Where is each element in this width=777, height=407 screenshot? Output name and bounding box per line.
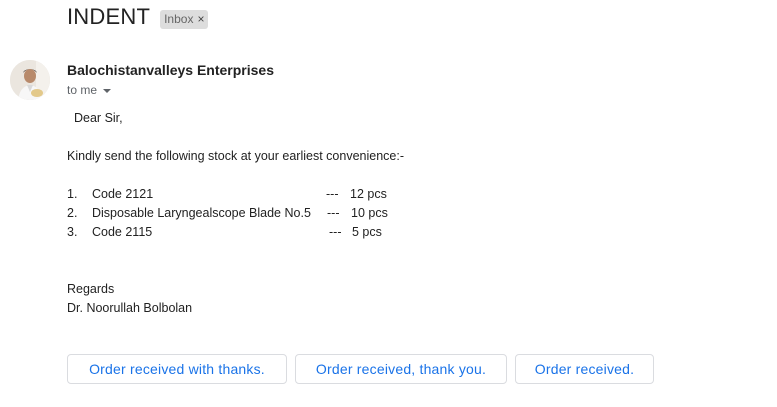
item-number: 2.	[67, 206, 78, 220]
avatar-image	[10, 60, 50, 100]
item-quantity: 5 pcs	[352, 225, 382, 239]
item-quantity: 12 pcs	[350, 187, 387, 201]
close-icon[interactable]: ×	[197, 13, 204, 25]
greeting: Dear Sir,	[74, 111, 123, 125]
list-item: 1. Code 2121 --- 12 pcs	[67, 187, 427, 205]
smart-reply-button[interactable]: Order received with thanks.	[67, 354, 287, 384]
smart-reply-button[interactable]: Order received, thank you.	[295, 354, 507, 384]
item-separator: ---	[326, 187, 339, 201]
recipient-details-toggle[interactable]: to me	[67, 83, 112, 97]
signature: Dr. Noorullah Bolbolan	[67, 301, 193, 315]
item-separator: ---	[329, 225, 342, 239]
closing: Regards	[67, 282, 115, 296]
inbox-label-chip[interactable]: Inbox ×	[160, 9, 209, 29]
label-name: Inbox	[164, 11, 194, 26]
item-separator: ---	[327, 206, 340, 220]
email-view: INDENT Inbox × Balochistanvalleys Enterp…	[0, 0, 777, 407]
list-item: 2. Disposable Laryngealscope Blade No.5 …	[67, 206, 427, 224]
item-quantity: 10 pcs	[351, 206, 388, 220]
item-name: Code 2121	[92, 187, 154, 201]
recipient-label: to me	[67, 83, 98, 97]
sender-name[interactable]: Balochistanvalleys Enterprises	[67, 62, 274, 78]
list-item: 3. Code 2115 --- 5 pcs	[67, 225, 427, 243]
smart-reply-button[interactable]: Order received.	[515, 354, 654, 384]
request-line: Kindly send the following stock at your …	[67, 149, 404, 163]
sender-avatar[interactable]	[10, 60, 50, 100]
chevron-down-icon[interactable]	[103, 88, 112, 93]
email-subject: INDENT	[67, 4, 151, 29]
item-name: Code 2115	[92, 225, 153, 239]
subject-row: INDENT Inbox ×	[67, 4, 209, 30]
item-name: Disposable Laryngealscope Blade No.5	[92, 206, 311, 220]
item-number: 3.	[67, 225, 78, 239]
item-number: 1.	[67, 187, 78, 201]
